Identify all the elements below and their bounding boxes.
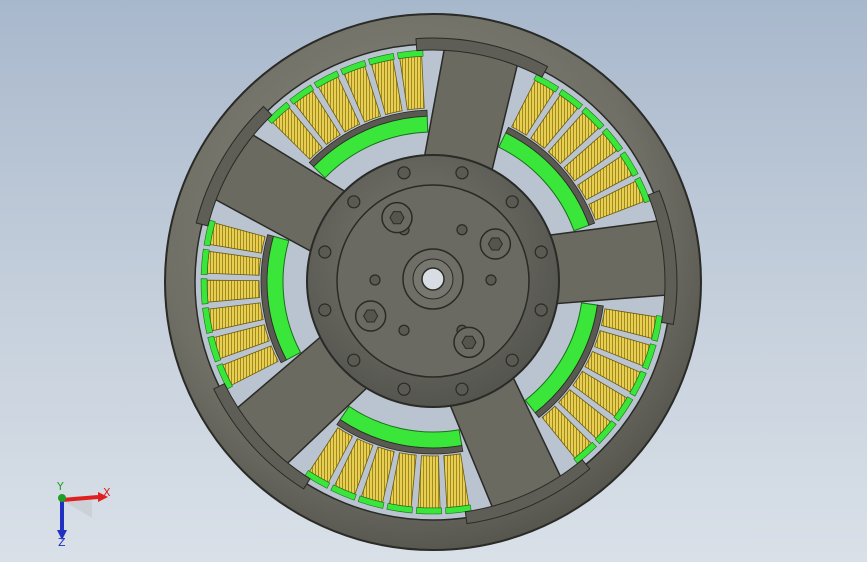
coordinate-triad: X Y Z	[40, 478, 120, 549]
z-axis-label: Z	[58, 536, 66, 548]
hub-rim-hole	[455, 166, 469, 180]
x-axis-line	[61, 495, 99, 502]
cad-viewport[interactable]: X Y Z	[0, 0, 867, 562]
hex-socket	[389, 211, 405, 225]
hub-rim-hole	[534, 303, 548, 317]
hub-inner-hole	[456, 224, 468, 236]
hub-rim-hole	[505, 353, 519, 367]
hub-rim-hole	[397, 382, 411, 396]
shaft-bore	[421, 267, 445, 291]
hub-rim-hole	[397, 166, 411, 180]
hub-rim-hole	[318, 303, 332, 317]
hub-rim-hole	[534, 245, 548, 259]
hub-inner-hole	[369, 274, 381, 286]
y-axis-dot	[58, 494, 66, 502]
hub-inner-hole	[398, 324, 410, 336]
hub-inner-hole	[485, 274, 497, 286]
hub-rim-hole	[347, 353, 361, 367]
hub-rim-hole	[318, 245, 332, 259]
hex-socket	[363, 309, 379, 323]
hex-socket	[487, 237, 503, 251]
winding-coil	[417, 455, 441, 509]
x-axis-label: X	[103, 486, 111, 499]
tooth-tip	[415, 507, 443, 515]
hub-rim-hole	[505, 195, 519, 209]
tooth-tip	[200, 278, 209, 305]
hub-rim-hole	[347, 195, 361, 209]
hex-socket	[461, 335, 477, 349]
y-axis-label: Y	[56, 480, 64, 493]
hub-rim-hole	[455, 382, 469, 396]
motor-model-render[interactable]	[0, 0, 867, 562]
